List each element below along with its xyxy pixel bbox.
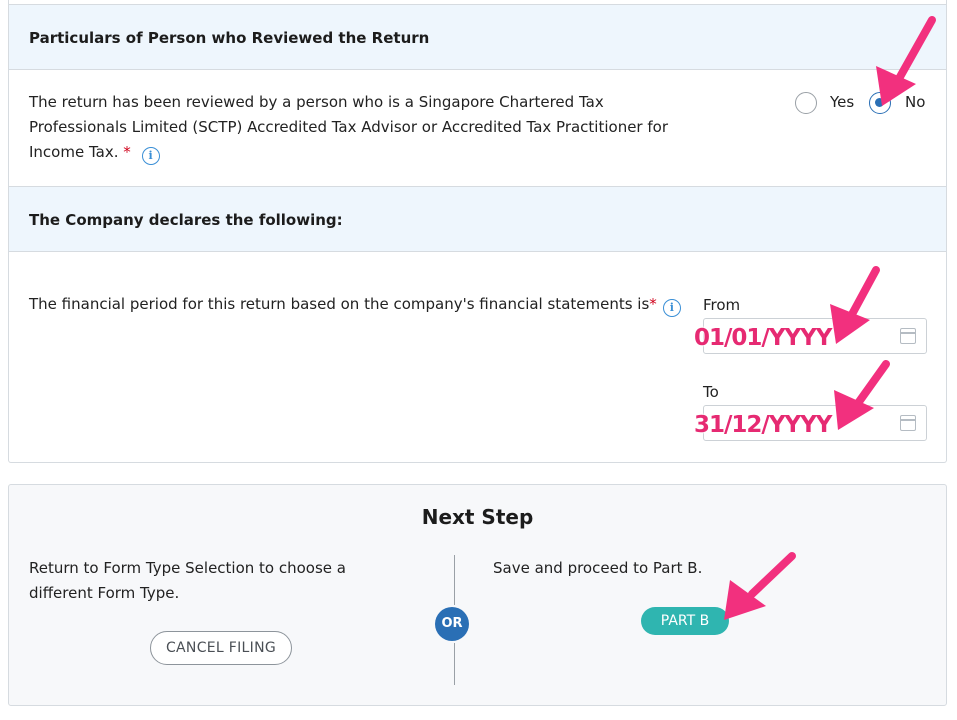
section-header-declaration: The Company declares the following: (9, 186, 946, 252)
annotation-arrow-icon (830, 266, 880, 344)
next-step-card: Next Step Return to Form Type Selection … (8, 484, 947, 706)
reviewer-question-line3-text: Income Tax. (29, 143, 119, 161)
or-badge: OR (435, 607, 469, 641)
annotation-arrow-icon (724, 552, 796, 620)
reviewer-question: The return has been reviewed by a person… (29, 90, 709, 165)
required-mark: * (649, 295, 657, 313)
from-label: From (703, 296, 741, 314)
required-mark: * (123, 143, 131, 161)
save-proceed-text: Save and proceed to Part B. (493, 559, 703, 577)
return-to-selection-text: Return to Form Type Selection to choose … (29, 556, 409, 606)
info-icon[interactable]: i (662, 299, 681, 317)
reviewer-question-line1: The return has been reviewed by a person… (29, 93, 604, 111)
radio-yes[interactable] (795, 92, 817, 114)
divider-line-top (454, 555, 455, 605)
return-review-card: Particulars of Person who Reviewed the R… (8, 0, 947, 463)
reviewer-question-line3: Income Tax. * i (29, 140, 709, 165)
radio-yes-label[interactable]: Yes (830, 93, 854, 111)
financial-period-question-text: The financial period for this return bas… (29, 295, 650, 313)
to-date-value: 31/12/YYYY (694, 412, 832, 438)
reviewer-question-line2: Professionals Limited (SCTP) Accredited … (29, 118, 668, 136)
annotation-arrow-icon (834, 360, 890, 430)
next-step-title: Next Step (421, 505, 534, 529)
section-header-reviewer: Particulars of Person who Reviewed the R… (9, 4, 946, 70)
divider-line-bottom (454, 643, 455, 685)
return-text-line1: Return to Form Type Selection to choose … (29, 559, 346, 577)
cancel-filing-button[interactable]: CANCEL FILING (150, 631, 292, 665)
financial-period-question: The financial period for this return bas… (29, 292, 709, 317)
calendar-icon[interactable] (900, 415, 916, 431)
calendar-icon[interactable] (900, 328, 916, 344)
from-date-value: 01/01/YYYY (694, 325, 832, 351)
to-label: To (703, 383, 719, 401)
info-icon[interactable]: i (141, 147, 160, 165)
annotation-arrow-icon (876, 16, 936, 106)
return-text-line2: different Form Type. (29, 584, 180, 602)
